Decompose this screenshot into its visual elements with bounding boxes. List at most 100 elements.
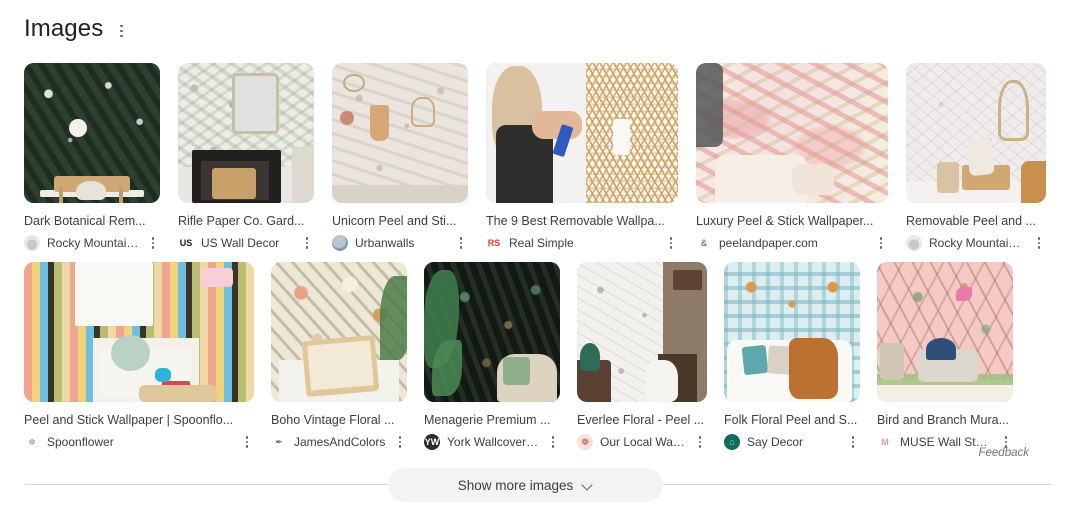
image-result-source-name[interactable]: US Wall Decor <box>201 236 293 250</box>
us-wall-decor-favicon: US <box>178 235 194 251</box>
image-thumbnail-art <box>332 63 468 203</box>
more-vertical-icon[interactable] <box>693 434 707 450</box>
image-thumbnail-art <box>24 262 254 402</box>
image-result-source-name[interactable]: York Wallcoverings <box>447 435 539 449</box>
more-vertical-icon[interactable] <box>874 235 888 251</box>
spoonflower-favicon: ❄ <box>24 434 40 450</box>
image-result-title[interactable]: Unicorn Peel and Sti... <box>332 213 468 229</box>
images-header: Images <box>24 14 129 44</box>
our-local-wallpaper-favicon: ❁ <box>577 434 593 450</box>
image-result-title[interactable]: Everlee Floral - Peel ... <box>577 412 707 428</box>
image-thumbnail[interactable] <box>577 262 707 402</box>
image-result-source-line: YW York Wallcoverings <box>424 433 560 451</box>
image-result-source-line: RS Real Simple <box>486 234 678 252</box>
image-results-row-1: Dark Botanical Rem... Rocky Mountain... Ri… <box>24 63 1046 252</box>
image-result-source-line: Rocky Mountain... <box>24 234 160 252</box>
image-result-source-name[interactable]: Real Simple <box>509 236 657 250</box>
more-vertical-icon[interactable] <box>393 434 407 450</box>
image-thumbnail[interactable] <box>724 262 860 402</box>
york-wallcoverings-favicon: YW <box>424 434 440 450</box>
image-result-source-name[interactable]: Urbanwalls <box>355 236 447 250</box>
image-result-card[interactable]: Unicorn Peel and Sti... Urbanwalls <box>332 63 468 252</box>
image-thumbnail-art <box>577 262 707 402</box>
image-thumbnail[interactable] <box>877 262 1013 402</box>
images-results-panel: Images Dark Botanical Rem... Rocky Mounta… <box>0 0 1075 512</box>
image-thumbnail-art <box>271 262 407 402</box>
image-result-card[interactable]: Dark Botanical Rem... Rocky Mountain... <box>24 63 160 252</box>
show-more-images-label: Show more images <box>457 477 574 493</box>
image-result-source-name[interactable]: Rocky Mountain... <box>47 236 139 250</box>
image-result-card[interactable]: Folk Floral Peel and S... ⌂ Say Decor <box>724 262 860 451</box>
jamesandcolors-favicon: ✒ <box>271 434 287 450</box>
real-simple-favicon: RS <box>486 235 502 251</box>
image-result-source-name[interactable]: Spoonflower <box>47 435 233 449</box>
image-result-title[interactable]: Bird and Branch Mura... <box>877 412 1013 428</box>
rocky-mountain-favicon <box>906 235 922 251</box>
image-results-row-2: Peel and Stick Wallpaper | Spoonflo... ❄ S… <box>24 262 1013 451</box>
image-thumbnail-art <box>178 63 314 203</box>
image-result-source-line: ❄ Spoonflower <box>24 433 254 451</box>
image-result-source-line: Urbanwalls <box>332 234 468 252</box>
image-thumbnail[interactable] <box>486 63 678 203</box>
image-result-source-line: & peelandpaper.com <box>696 234 888 252</box>
more-vertical-icon[interactable] <box>664 235 678 251</box>
image-result-source-name[interactable]: peelandpaper.com <box>719 236 867 250</box>
muse-wall-studio-favicon: M <box>877 434 893 450</box>
image-result-title[interactable]: Luxury Peel & Stick Wallpaper... <box>696 213 888 229</box>
image-result-source-name[interactable]: Our Local Wallp... <box>600 435 686 449</box>
more-vertical-icon[interactable] <box>546 434 560 450</box>
urbanwalls-favicon <box>332 235 348 251</box>
image-result-source-line: ✒ JamesAndColors <box>271 433 407 451</box>
image-thumbnail[interactable] <box>332 63 468 203</box>
image-result-source-name[interactable]: Say Decor <box>747 435 839 449</box>
more-vertical-icon[interactable] <box>300 235 314 251</box>
image-result-card[interactable]: Boho Vintage Floral ... ✒ JamesAndColors <box>271 262 407 451</box>
image-result-title[interactable]: Peel and Stick Wallpaper | Spoonflo... <box>24 412 254 428</box>
image-result-card[interactable]: Peel and Stick Wallpaper | Spoonflo... ❄ S… <box>24 262 254 451</box>
chevron-down-icon <box>582 480 593 491</box>
image-thumbnail-art <box>877 262 1013 402</box>
image-result-card[interactable]: Rifle Paper Co. Gard... US US Wall Decor <box>178 63 314 252</box>
image-thumbnail[interactable] <box>178 63 314 203</box>
image-thumbnail-art <box>24 63 160 203</box>
image-thumbnail-art <box>424 262 560 402</box>
show-more-images-button[interactable]: Show more images <box>388 468 663 502</box>
image-result-card[interactable]: Removable Peel and ... Rocky Mountain... <box>906 63 1046 252</box>
peelandpaper-favicon: & <box>696 235 712 251</box>
image-result-card[interactable]: The 9 Best Removable Wallpa... RS Real Sim… <box>486 63 678 252</box>
image-thumbnail[interactable] <box>24 63 160 203</box>
more-vertical-icon[interactable] <box>1032 235 1046 251</box>
image-result-source-line: ❁ Our Local Wallp... <box>577 433 707 451</box>
image-result-source-line: ⌂ Say Decor <box>724 433 860 451</box>
image-thumbnail[interactable] <box>24 262 254 402</box>
more-vertical-icon[interactable] <box>454 235 468 251</box>
image-result-title[interactable]: Dark Botanical Rem... <box>24 213 160 229</box>
image-result-title[interactable]: Rifle Paper Co. Gard... <box>178 213 314 229</box>
more-vertical-icon[interactable] <box>113 20 129 42</box>
image-result-card[interactable]: Bird and Branch Mura... M MUSE Wall Studio <box>877 262 1013 451</box>
image-thumbnail[interactable] <box>271 262 407 402</box>
image-result-source-name[interactable]: JamesAndColors <box>294 435 386 449</box>
feedback-link[interactable]: Feedback <box>978 447 1029 459</box>
image-result-title[interactable]: Removable Peel and ... <box>906 213 1046 229</box>
image-thumbnail-art <box>696 63 888 203</box>
image-result-title[interactable]: The 9 Best Removable Wallpa... <box>486 213 678 229</box>
image-thumbnail[interactable] <box>424 262 560 402</box>
rocky-mountain-favicon <box>24 235 40 251</box>
image-thumbnail[interactable] <box>906 63 1046 203</box>
image-result-card[interactable]: Menagerie Premium ... YW York Wallcovering… <box>424 262 560 451</box>
image-thumbnail-art <box>486 63 678 203</box>
more-vertical-icon[interactable] <box>146 235 160 251</box>
image-result-title[interactable]: Boho Vintage Floral ... <box>271 412 407 428</box>
image-result-title[interactable]: Menagerie Premium ... <box>424 412 560 428</box>
image-result-source-line: US US Wall Decor <box>178 234 314 252</box>
image-thumbnail[interactable] <box>696 63 888 203</box>
more-vertical-icon[interactable] <box>846 434 860 450</box>
image-result-card[interactable]: Everlee Floral - Peel ... ❁ Our Local Wall… <box>577 262 707 451</box>
image-thumbnail-art <box>724 262 860 402</box>
image-result-title[interactable]: Folk Floral Peel and S... <box>724 412 860 428</box>
image-result-source-name[interactable]: Rocky Mountain... <box>929 236 1025 250</box>
image-result-source-line: Rocky Mountain... <box>906 234 1046 252</box>
image-result-card[interactable]: Luxury Peel & Stick Wallpaper... & peeland… <box>696 63 888 252</box>
more-vertical-icon[interactable] <box>240 434 254 450</box>
